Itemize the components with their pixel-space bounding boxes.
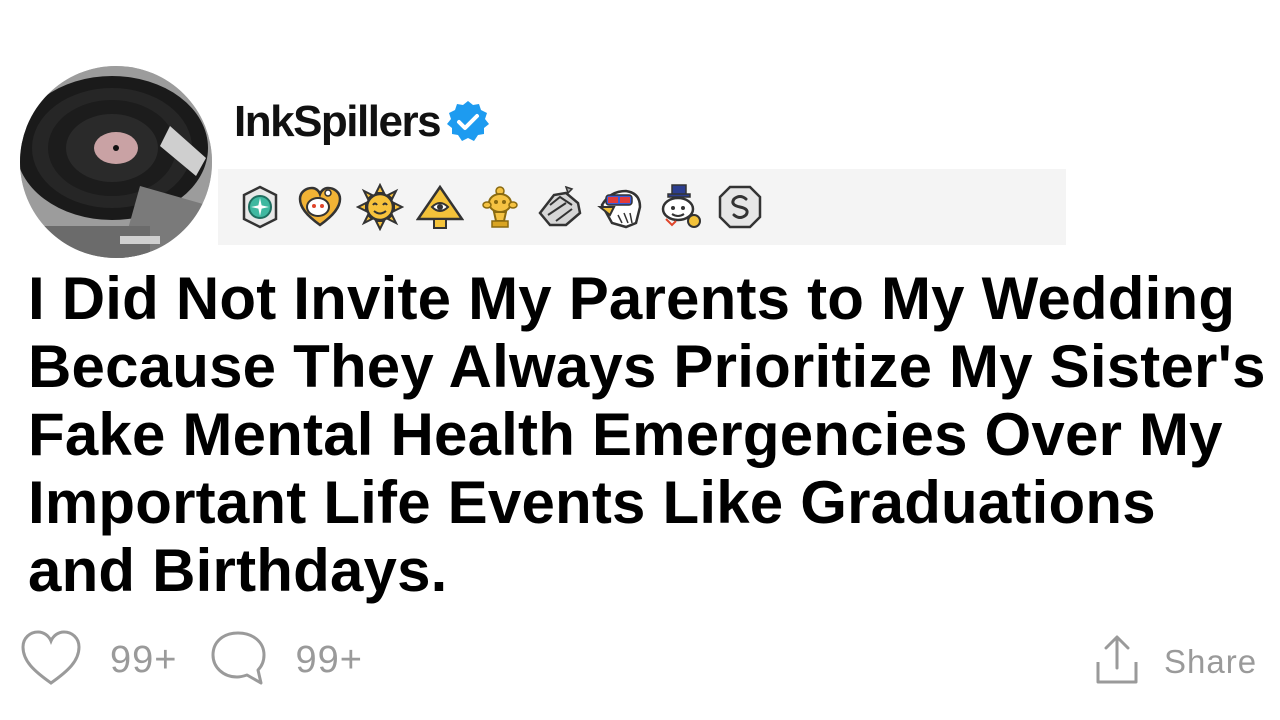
share-icon (1094, 634, 1140, 691)
pyramid-eye-award-icon[interactable] (415, 183, 465, 231)
speech-bubble-icon (209, 629, 267, 692)
comment-count: 99+ (295, 638, 363, 681)
wholesome-heart-award-icon[interactable] (296, 183, 344, 231)
engagement-bar: 99+ 99+ (20, 629, 395, 692)
avatar[interactable] (20, 66, 212, 258)
silver-badge-award-icon[interactable] (716, 183, 764, 231)
share-label: Share (1164, 643, 1258, 680)
share-button[interactable]: Share (1094, 634, 1257, 690)
like-button[interactable]: 99+ (20, 629, 177, 692)
post-title[interactable]: I Did Not Invite My Parents to My Weddin… (28, 265, 1278, 605)
compass-badge-award-icon[interactable] (236, 183, 284, 231)
username[interactable]: InkSpillers (234, 97, 442, 147)
handshake-award-icon[interactable] (536, 183, 584, 231)
smiling-sun-award-icon[interactable] (355, 182, 405, 232)
author-row: InkSpillers (234, 96, 492, 148)
post-card: InkSpillers I Did Not Invite My Parents … (0, 0, 1280, 720)
like-count: 99+ (110, 638, 178, 681)
verified-badge-icon (444, 98, 492, 146)
heart-icon (20, 629, 82, 692)
patriotic-eagle-award-icon[interactable] (596, 183, 644, 231)
turntable-avatar-image (20, 66, 212, 258)
awards-bar (218, 169, 1066, 245)
snoo-top-hat-award-icon[interactable] (656, 183, 704, 231)
comment-button[interactable]: 99+ (209, 629, 362, 692)
gold-trophy-award-icon[interactable] (476, 183, 524, 231)
